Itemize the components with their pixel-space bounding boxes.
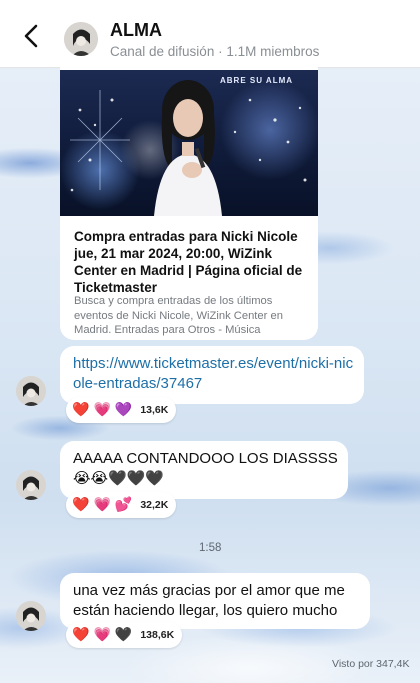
message-text: AAAAA CONTANDOOO LOS DIASSSS 😭😭🖤🖤🖤 xyxy=(73,450,338,487)
channel-avatar[interactable] xyxy=(64,22,98,56)
message-bubble: una vez más gracias por el amor que me e… xyxy=(60,573,370,629)
link-preview-card[interactable]: ABRE SU ALMA Compra entradas para Nicki … xyxy=(60,56,318,340)
reaction-count: 32,2K xyxy=(140,499,169,511)
link-preview-description: Busca y compra entradas de los últimos e… xyxy=(74,295,283,336)
heart-emoji: ❤️ xyxy=(72,497,90,513)
message-bubble: https://www.ticketmaster.es/event/nicki-… xyxy=(60,346,364,404)
reaction-count: 138,6K xyxy=(140,629,175,641)
channel-name[interactable]: ALMA xyxy=(110,20,162,41)
link-preview-title[interactable]: Compra entradas para Nicki Nicole jue, 2… xyxy=(74,228,306,296)
pink-heart-emoji: 💗 xyxy=(93,627,111,643)
back-button[interactable] xyxy=(20,22,44,50)
black-heart-emoji: 🖤 xyxy=(114,627,133,643)
reactions-bar[interactable]: ❤️ 💗 🖤 138,6K xyxy=(66,622,183,648)
purple-heart-emoji: 💜 xyxy=(114,402,133,418)
sender-avatar[interactable] xyxy=(16,376,46,406)
two-hearts-emoji: 💕 xyxy=(114,497,133,513)
heart-emoji: ❤️ xyxy=(72,627,90,643)
reactions-bar[interactable]: ❤️ 💗 💜 13,6K xyxy=(66,397,177,423)
image-caption: ABRE SU ALMA xyxy=(220,76,294,85)
reaction-count: 13,6K xyxy=(140,404,169,416)
sender-avatar[interactable] xyxy=(16,470,46,500)
link-preview-image[interactable]: ABRE SU ALMA xyxy=(60,70,318,216)
message-link[interactable]: https://www.ticketmaster.es/event/nicki-… xyxy=(73,354,355,394)
pink-heart-emoji: 💗 xyxy=(93,402,111,418)
reactions-bar[interactable]: ❤️ 💗 💕 32,2K xyxy=(66,492,177,518)
view-count: Visto por 347,4K xyxy=(332,658,410,670)
message-text: una vez más gracias por el amor que me e… xyxy=(73,582,345,619)
heart-emoji: ❤️ xyxy=(72,402,90,418)
message-bubble: AAAAA CONTANDOOO LOS DIASSSS 😭😭🖤🖤🖤 xyxy=(60,441,348,499)
time-separator: 1:58 xyxy=(199,542,222,554)
pink-heart-emoji: 💗 xyxy=(93,497,111,513)
chevron-left-icon xyxy=(24,24,38,48)
sender-avatar[interactable] xyxy=(16,601,46,631)
